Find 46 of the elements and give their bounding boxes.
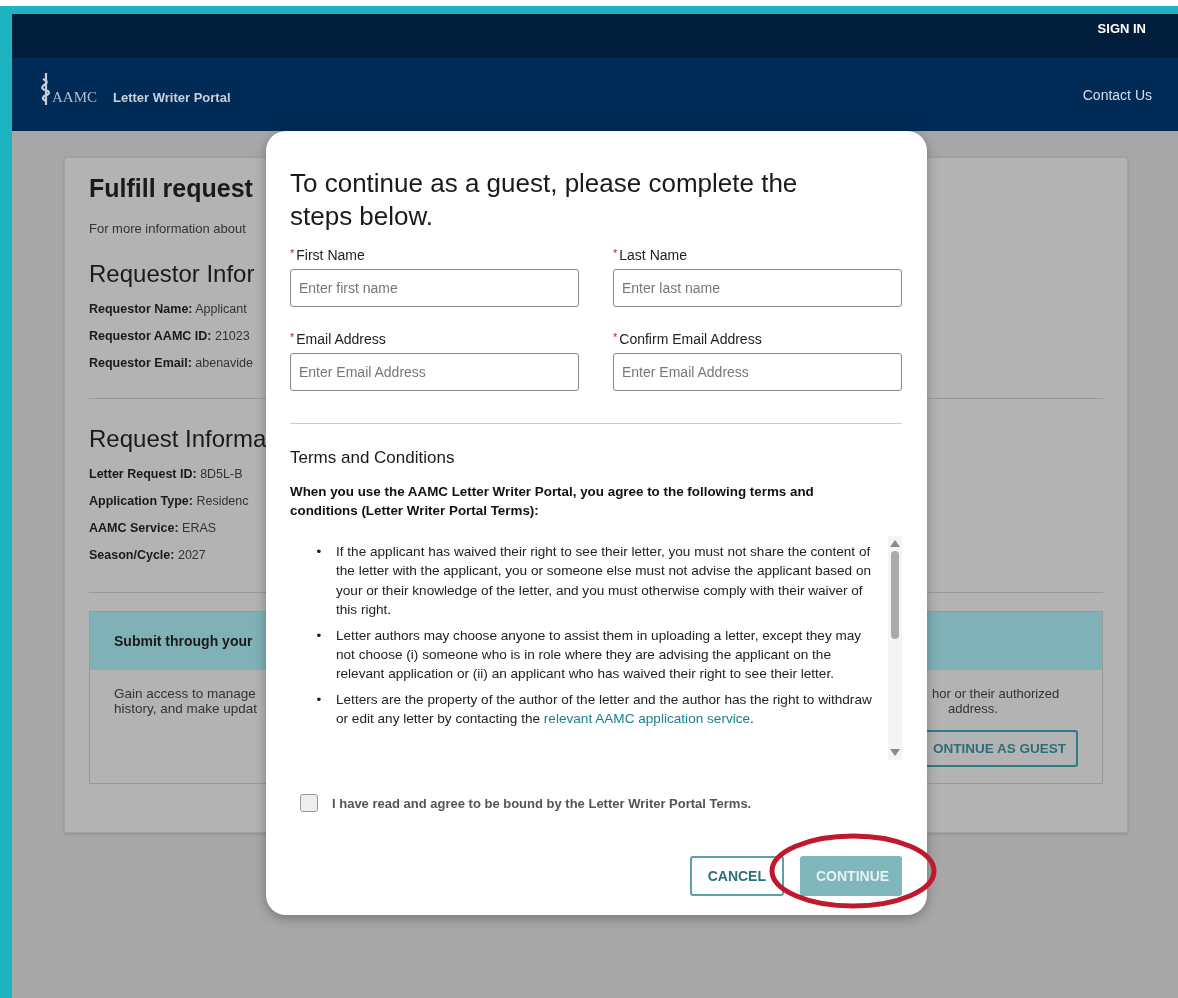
terms-intro: When you use the AAMC Letter Writer Portal, you agree to the following terms and conditions (Letter Writer Portal Terms): xyxy=(290,483,815,520)
section-heading: Request Informa xyxy=(89,425,267,453)
portal-name: Letter Writer Portal xyxy=(113,90,231,105)
agree-checkbox[interactable] xyxy=(300,794,318,812)
bullet: • xyxy=(315,626,323,645)
info-row: AAMC Service: ERAS xyxy=(89,521,217,535)
info-row: Application Type: Residenc xyxy=(89,494,249,508)
staff-and-snake-icon xyxy=(40,72,52,106)
cancel-button[interactable]: CANCEL xyxy=(689,856,784,896)
terms-item: Letter authors may choose anyone to assist them in uploading a letter, except they may not choose (i) someone who is in role where they are advising the applicant on the relevant application or (ii) an applicant who has waived their right to see their letter. xyxy=(336,626,863,684)
service-link[interactable]: relevant AAMC application service xyxy=(543,711,751,727)
info-row: Letter Request ID: 8D5L-B xyxy=(89,467,243,481)
page-title: Fulfill request xyxy=(89,174,253,203)
terms-heading: Terms and Conditions xyxy=(290,448,456,468)
text-field[interactable]: Enter last name xyxy=(613,269,902,307)
terms-item: If the applicant has waived their right to see their letter, you must not share the content of the letter with the applicant, you or someone else must not advise the applicant based on your or their knowledge of the letter, and you must otherwise comply with their waiver of this right. xyxy=(336,543,872,620)
bullet: • xyxy=(315,690,323,709)
logo-text: AAMC xyxy=(52,89,97,106)
intro-text: For more information about xyxy=(89,221,246,236)
panel-text: Gain access to manage xyxy=(114,686,257,701)
sign-in-link[interactable]: SIGN IN xyxy=(1097,21,1146,36)
agree-label: I have read and agree to be bound by the Letter Writer Portal Terms. xyxy=(332,795,752,811)
info-row: Season/Cycle: 2027 xyxy=(89,548,206,562)
field-label: *First Name xyxy=(290,247,365,263)
field-label: *Email Address xyxy=(290,331,386,347)
panel-text: hor or their authorized xyxy=(932,686,1060,701)
text-field[interactable]: Enter Email Address xyxy=(613,353,902,391)
scrollbar[interactable] xyxy=(888,536,902,760)
panel-text: history, and make updat xyxy=(114,701,258,716)
info-row: Requestor Name: Applicant xyxy=(89,302,247,316)
text-field[interactable]: Enter first name xyxy=(290,269,579,307)
text-field[interactable]: Enter Email Address xyxy=(290,353,579,391)
info-row: Requestor AAMC ID: 21023 xyxy=(89,329,250,343)
panel-text: address. xyxy=(948,701,998,716)
field-label: *Last Name xyxy=(613,247,687,263)
section-heading: Requestor Infor xyxy=(89,260,255,288)
info-row: Requestor Email: abenavide xyxy=(89,356,253,370)
scrollbar-thumb[interactable] xyxy=(891,551,899,639)
bullet: • xyxy=(315,543,323,561)
field-label: *Confirm Email Address xyxy=(613,331,762,347)
contact-link[interactable]: Contact Us xyxy=(1082,87,1152,103)
scroll-down-icon[interactable] xyxy=(890,749,900,756)
scroll-up-icon[interactable] xyxy=(890,540,900,547)
submit-heading: Submit through your xyxy=(114,633,253,649)
dialog-title: To continue as a guest, please complete the steps below. xyxy=(290,167,799,233)
terms-item: Letters are the property of the author of the letter and the author has the right to withdraw or edit any letter by contacting the relevant AAMC application service. xyxy=(336,690,873,729)
